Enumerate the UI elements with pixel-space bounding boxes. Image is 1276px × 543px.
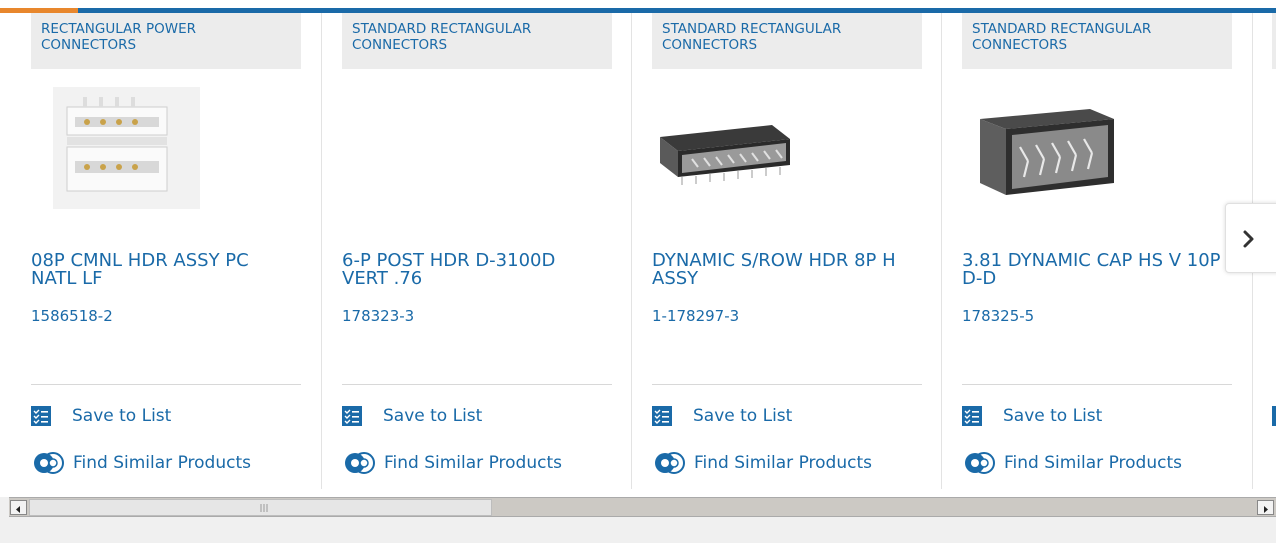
carousel-next-button[interactable] (1225, 203, 1276, 273)
save-to-list-button[interactable]: Save to List (962, 406, 1102, 426)
horizontal-scrollbar[interactable] (9, 497, 1276, 517)
category-label[interactable]: RECTANGULAR POWER CONNECTORS (31, 13, 301, 69)
category-label[interactable]: STANDARD RECTANGULAR CONNECTORS (652, 13, 922, 69)
part-number[interactable]: 1586518-2 (31, 307, 113, 325)
card-divider (631, 13, 632, 489)
save-to-list-label: Save to List (1003, 406, 1103, 426)
grip-icon (260, 504, 268, 512)
product-carousel: RECTANGULAR POWER CONNECTORS 08P CMNL HD… (0, 13, 1276, 497)
divider (652, 384, 922, 385)
find-similar-button[interactable]: Find Similar Products (31, 451, 251, 475)
divider (342, 384, 612, 385)
checklist-icon (962, 406, 982, 426)
card-divider (941, 13, 942, 489)
product-title[interactable]: 3.81 DYNAMIC CAP HS V 10P D-D (962, 252, 1222, 288)
checklist-icon (342, 406, 362, 426)
find-similar-label: Find Similar Products (73, 453, 251, 473)
save-to-list-label: Save to List (693, 406, 793, 426)
category-label[interactable]: STANDARD RECTANGULAR CONNECTORS (342, 13, 612, 69)
chevron-right-icon (1243, 230, 1254, 248)
find-similar-button[interactable]: Find Similar Products (962, 451, 1182, 475)
product-image[interactable] (31, 87, 301, 227)
save-to-list-label: Save to List (72, 406, 172, 426)
product-title[interactable]: 08P CMNL HDR ASSY PC NATL LF (31, 252, 291, 288)
similar-products-icon (965, 452, 995, 474)
save-to-list-button[interactable]: Save to List (652, 406, 792, 426)
product-image-placeholder[interactable] (342, 87, 612, 227)
part-number[interactable]: 178325-5 (962, 307, 1034, 325)
find-similar-button[interactable]: Find Similar Products (342, 451, 562, 475)
product-title[interactable]: 6-P POST HDR D-3100D VERT .76 (342, 252, 602, 288)
save-to-list-button[interactable]: Save to List (31, 406, 171, 426)
product-image[interactable] (962, 87, 1232, 227)
similar-products-icon (345, 452, 375, 474)
similar-products-icon (655, 452, 685, 474)
find-similar-button[interactable]: Find Similar Products (652, 451, 872, 475)
find-similar-label: Find Similar Products (1004, 453, 1182, 473)
top-accent-bar (0, 0, 1276, 14)
product-card: STANDARD RECTANGULAR CONNECTORS 3.81 DYN… (941, 13, 1232, 489)
card-divider (321, 13, 322, 489)
similar-products-icon (34, 452, 64, 474)
divider (31, 384, 301, 385)
save-to-list-label: Save to List (383, 406, 483, 426)
next-card-peek (1272, 13, 1276, 69)
checklist-icon (31, 406, 51, 426)
product-image[interactable] (652, 87, 922, 227)
find-similar-label: Find Similar Products (384, 453, 562, 473)
product-card: RECTANGULAR POWER CONNECTORS 08P CMNL HD… (31, 13, 301, 489)
part-number[interactable]: 1-178297-3 (652, 307, 739, 325)
arrow-right-icon (1264, 506, 1268, 513)
next-card-save-icon-peek (1272, 406, 1276, 426)
product-title[interactable]: DYNAMIC S/ROW HDR 8P H ASSY (652, 252, 912, 288)
product-card: STANDARD RECTANGULAR CONNECTORS 6-P POST… (321, 13, 612, 489)
save-to-list-button[interactable]: Save to List (342, 406, 482, 426)
find-similar-label: Find Similar Products (694, 453, 872, 473)
divider (962, 384, 1232, 385)
scroll-left-button[interactable] (10, 500, 27, 515)
category-label[interactable]: STANDARD RECTANGULAR CONNECTORS (962, 13, 1232, 69)
arrow-left-icon (16, 506, 20, 513)
scrollbar-thumb[interactable] (29, 499, 492, 516)
product-card: STANDARD RECTANGULAR CONNECTORS DYNAMIC … (631, 13, 922, 489)
scroll-right-button[interactable] (1257, 500, 1274, 515)
checklist-icon (652, 406, 672, 426)
part-number[interactable]: 178323-3 (342, 307, 414, 325)
